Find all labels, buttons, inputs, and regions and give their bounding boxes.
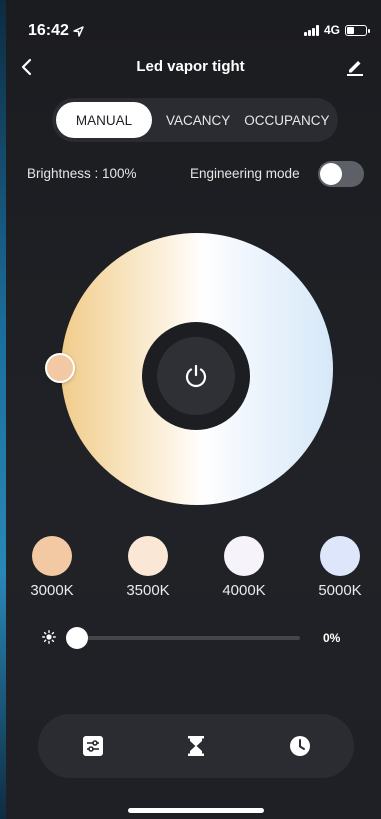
edit-button[interactable] <box>345 56 365 76</box>
preset-swatch <box>128 536 168 576</box>
preset-swatch <box>224 536 264 576</box>
power-icon <box>185 364 207 388</box>
tab-vacancy[interactable]: VACANCY <box>156 102 240 138</box>
page-title: Led vapor tight <box>136 58 245 75</box>
screen-edge-glow <box>0 0 6 819</box>
tab-manual[interactable]: MANUAL <box>56 102 152 138</box>
engineering-mode-toggle[interactable] <box>318 161 364 187</box>
preset-3000k[interactable]: 3000K <box>22 536 82 599</box>
preset-5000k[interactable]: 5000K <box>310 536 370 599</box>
sliders-icon[interactable] <box>82 735 104 757</box>
preset-3500k[interactable]: 3500K <box>118 536 178 599</box>
engineering-mode-label: Engineering mode <box>190 166 300 181</box>
preset-swatch <box>320 536 360 576</box>
location-arrow-icon <box>73 25 84 37</box>
preset-label: 3000K <box>30 582 74 599</box>
network-label: 4G <box>323 23 340 37</box>
power-button[interactable] <box>157 337 235 415</box>
preset-label: 4000K <box>222 582 266 599</box>
preset-label: 3500K <box>126 582 170 599</box>
battery-icon <box>345 24 370 36</box>
home-indicator <box>128 808 264 813</box>
slider-value: 0% <box>323 631 341 645</box>
preset-label: 5000K <box>318 582 362 599</box>
level-slider-knob[interactable] <box>66 627 88 649</box>
clock-icon[interactable] <box>289 735 311 757</box>
sun-icon <box>42 630 56 644</box>
preset-swatch <box>32 536 72 576</box>
hourglass-icon[interactable] <box>185 735 207 757</box>
status-time-text: 16:42 <box>28 22 69 39</box>
app-screen: 16:42 4G Led vapor tight MANUAL VACANCY … <box>0 0 381 819</box>
status-time: 16:42 <box>28 22 84 40</box>
brightness-label: Brightness : 100% <box>27 166 137 181</box>
toggle-knob <box>320 163 342 185</box>
level-slider-track[interactable] <box>76 636 300 640</box>
mode-tabs: MANUAL VACANCY OCCUPANCY <box>52 98 338 142</box>
wheel-handle[interactable] <box>45 353 75 383</box>
status-indicators: 4G <box>303 23 370 37</box>
tab-occupancy[interactable]: OCCUPANCY <box>240 102 333 138</box>
signal-icon <box>303 24 319 36</box>
preset-4000k[interactable]: 4000K <box>214 536 274 599</box>
